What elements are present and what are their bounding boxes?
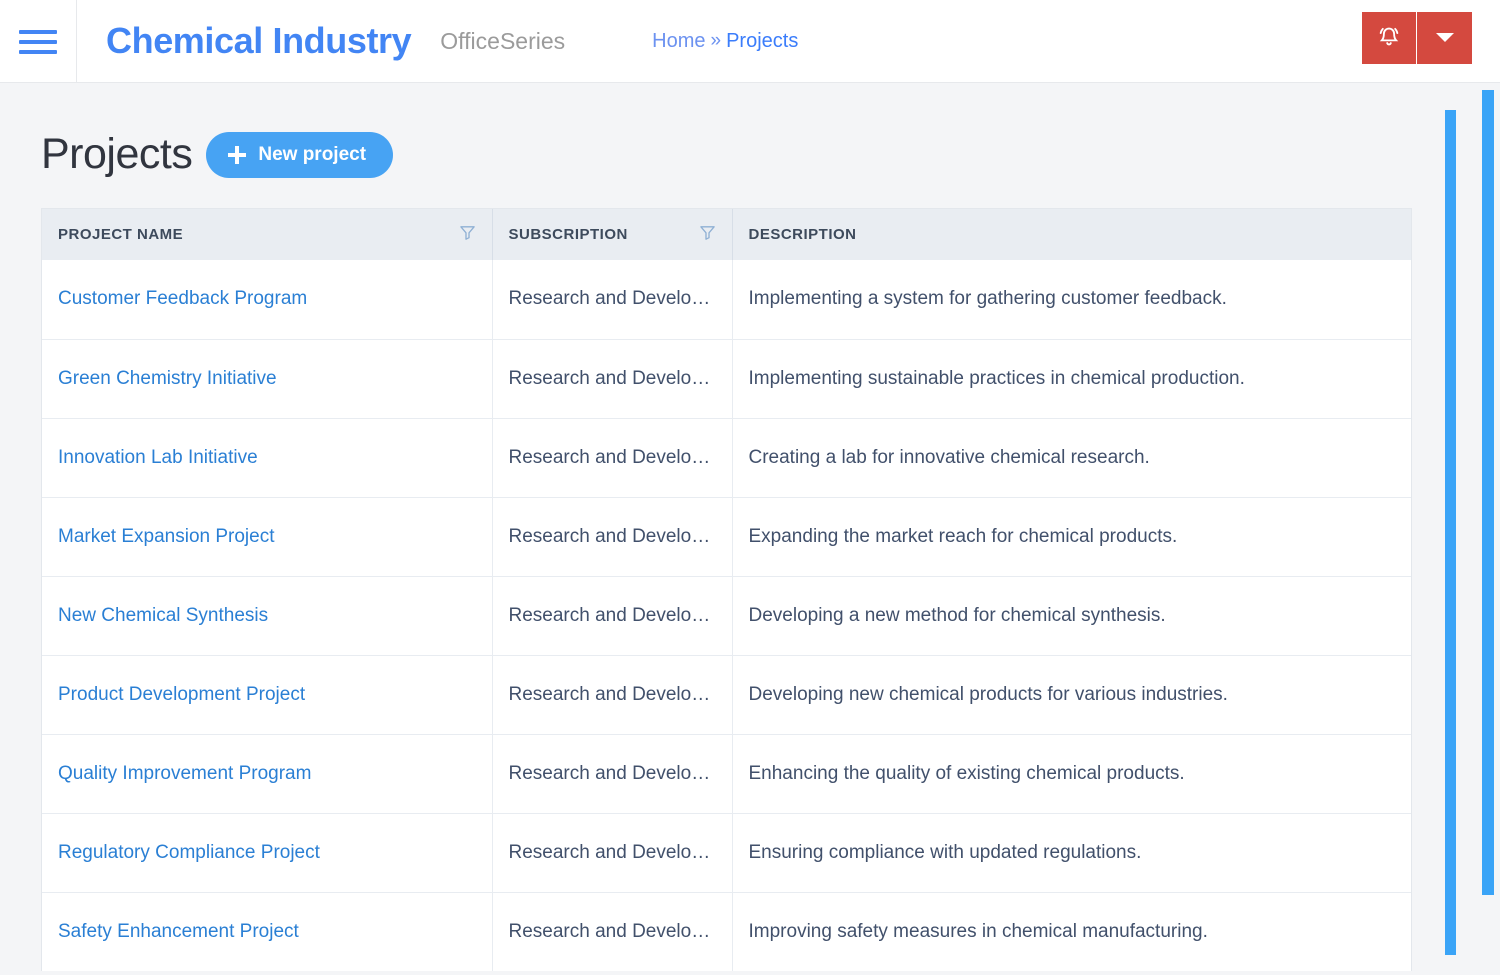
table-row: Green Chemistry Initiative Research and D… bbox=[42, 338, 1411, 418]
cell-description: Improving safety measures in chemical ma… bbox=[732, 891, 1411, 971]
plus-icon bbox=[228, 145, 247, 164]
cell-project-name: Product Development Project bbox=[42, 654, 493, 734]
cell-subscription: Research and Develop… bbox=[492, 260, 733, 339]
cell-description: Developing a new method for chemical syn… bbox=[732, 575, 1411, 655]
app-header: Chemical Industry OfficeSeries Home » Pr… bbox=[0, 0, 1500, 83]
column-label: DESCRIPTION bbox=[748, 226, 857, 243]
hamburger-bar bbox=[19, 39, 57, 44]
new-project-label: New project bbox=[258, 143, 367, 165]
cell-subscription: Research and Develop… bbox=[492, 891, 733, 971]
column-header-description[interactable]: DESCRIPTION bbox=[732, 209, 1411, 260]
table-row: Safety Enhancement Project Research and D… bbox=[42, 891, 1411, 971]
projects-table-container: PROJECT NAME SUBSCRIPTION DESCRIPTION Cu… bbox=[41, 208, 1412, 971]
new-project-button[interactable]: New project bbox=[206, 131, 394, 178]
filter-funnel-icon[interactable] bbox=[699, 224, 716, 245]
cell-project-name: Customer Feedback Program bbox=[42, 260, 493, 339]
table-row: Innovation Lab Initiative Research and De… bbox=[42, 417, 1411, 497]
table-row: Market Expansion Project Research and Dev… bbox=[42, 496, 1411, 576]
column-header-subscription[interactable]: SUBSCRIPTION bbox=[492, 209, 733, 260]
project-name-link[interactable]: Product Development Project bbox=[58, 684, 305, 705]
bell-icon bbox=[1376, 24, 1402, 53]
page-content: Projects New project PROJECT NAME SUBSCR… bbox=[0, 83, 1500, 975]
cell-project-name: Regulatory Compliance Project bbox=[42, 812, 493, 892]
project-name-link[interactable]: Green Chemistry Initiative bbox=[58, 368, 277, 389]
column-header-project-name[interactable]: PROJECT NAME bbox=[42, 209, 493, 260]
cell-project-name: Safety Enhancement Project bbox=[42, 891, 493, 971]
breadcrumb-separator-icon: » bbox=[710, 30, 722, 51]
table-row: Quality Improvement Program Research and … bbox=[42, 733, 1411, 813]
cell-project-name: Market Expansion Project bbox=[42, 496, 493, 576]
notifications-button[interactable] bbox=[1362, 12, 1417, 64]
project-name-link[interactable]: Safety Enhancement Project bbox=[58, 921, 299, 942]
cell-description: Ensuring compliance with updated regulat… bbox=[732, 812, 1411, 892]
table-row: Product Development Project Research and … bbox=[42, 654, 1411, 734]
breadcrumb-item-home[interactable]: Home bbox=[652, 30, 705, 53]
table-row: New Chemical Synthesis Research and Devel… bbox=[42, 575, 1411, 655]
cell-project-name: Innovation Lab Initiative bbox=[42, 417, 493, 497]
breadcrumb-item-projects[interactable]: Projects bbox=[726, 30, 798, 53]
cell-description: Implementing a system for gathering cust… bbox=[748, 288, 1227, 310]
cell-subscription: Research and Develop… bbox=[492, 338, 733, 418]
table-body: Customer Feedback Program Research and De… bbox=[42, 260, 1411, 971]
cell-description: Creating a lab for innovative chemical r… bbox=[732, 417, 1411, 497]
project-name-link[interactable]: New Chemical Synthesis bbox=[58, 605, 268, 626]
cell-description: Enhancing the quality of existing chemic… bbox=[732, 733, 1411, 813]
cell-description: Expanding the market reach for chemical … bbox=[732, 496, 1411, 576]
table-header: PROJECT NAME SUBSCRIPTION DESCRIPTION bbox=[42, 209, 1411, 260]
header-actions bbox=[1362, 12, 1472, 64]
hamburger-menu-icon[interactable] bbox=[0, 0, 77, 83]
column-label: PROJECT NAME bbox=[58, 226, 184, 243]
breadcrumb: Home » Projects bbox=[652, 30, 798, 53]
cell-subscription: Research and Develop… bbox=[492, 654, 733, 734]
project-name-link[interactable]: Market Expansion Project bbox=[58, 526, 275, 547]
cell-project-name: Green Chemistry Initiative bbox=[42, 338, 493, 418]
vertical-scrollbar-thumb[interactable] bbox=[1445, 110, 1456, 955]
hamburger-bar bbox=[19, 49, 57, 54]
cell-subscription: Research and Develop… bbox=[492, 733, 733, 813]
page-scrollbar-thumb[interactable] bbox=[1482, 90, 1494, 895]
user-dropdown-button[interactable] bbox=[1417, 12, 1472, 64]
brand-area: Chemical Industry OfficeSeries Home » Pr… bbox=[77, 0, 798, 82]
hamburger-bar bbox=[19, 29, 57, 34]
project-name-link[interactable]: Regulatory Compliance Project bbox=[58, 842, 320, 863]
column-label: SUBSCRIPTION bbox=[508, 226, 628, 243]
cell-project-name: New Chemical Synthesis bbox=[42, 575, 493, 655]
table-header-row: PROJECT NAME SUBSCRIPTION DESCRIPTION bbox=[42, 209, 1411, 260]
filter-funnel-icon[interactable] bbox=[459, 224, 476, 245]
cell-subscription: Research and Develop… bbox=[492, 575, 733, 655]
cell-project-name: Quality Improvement Program bbox=[42, 733, 493, 813]
project-name-link[interactable]: Innovation Lab Initiative bbox=[58, 447, 258, 468]
cell-subscription: Research and Develop… bbox=[492, 417, 733, 497]
page-title: Projects bbox=[41, 130, 193, 178]
page-header: Projects New project bbox=[0, 83, 1500, 179]
project-name-link[interactable]: Quality Improvement Program bbox=[58, 763, 311, 784]
cell-description: Developing new chemical products for var… bbox=[732, 654, 1411, 734]
cell-description: Implementing sustainable practices in ch… bbox=[732, 338, 1411, 418]
cell-subscription: Research and Develop… bbox=[492, 812, 733, 892]
table-row: Regulatory Compliance Project Research an… bbox=[42, 812, 1411, 892]
table-row: Customer Feedback Program Research and De… bbox=[42, 260, 1411, 339]
brand-title[interactable]: Chemical Industry bbox=[106, 20, 412, 62]
brand-subtitle: OfficeSeries bbox=[440, 27, 566, 54]
projects-table: PROJECT NAME SUBSCRIPTION DESCRIPTION Cu… bbox=[42, 209, 1411, 971]
cell-subscription: Research and Develop… bbox=[492, 496, 733, 576]
chevron-down-icon bbox=[1434, 30, 1456, 47]
project-name-link[interactable]: Customer Feedback Program bbox=[58, 288, 307, 309]
